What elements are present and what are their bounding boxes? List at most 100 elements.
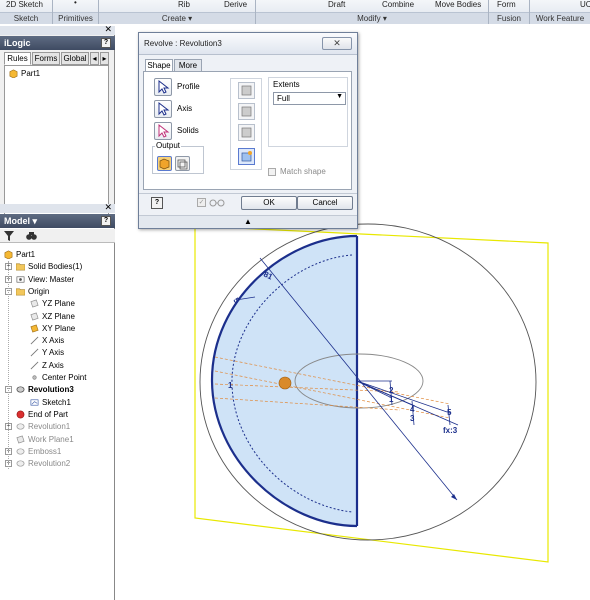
model-title[interactable]: Model ▾ <box>0 214 115 228</box>
glasses-icon <box>209 199 225 207</box>
form-button[interactable]: Form <box>497 0 516 9</box>
tab-scroll-right-icon[interactable]: ▸ <box>100 52 109 65</box>
tree-item-label: Revolution3 <box>28 385 74 395</box>
arrowhead-icon <box>451 494 457 500</box>
axis-icon <box>30 348 39 357</box>
tree-item-label: Solid Bodies(1) <box>28 262 83 272</box>
dimension-text[interactable]: 1 <box>389 395 394 404</box>
help-icon[interactable]: ? <box>101 38 111 48</box>
axis-label: Axis <box>177 104 193 113</box>
tree-item[interactable]: XZ Plane <box>0 311 115 323</box>
extents-group: Extents Full ▼ <box>268 77 348 147</box>
close-icon[interactable]: ✕ <box>104 202 112 213</box>
combine-button[interactable]: Combine <box>382 0 414 9</box>
ribbon-marker: • <box>74 0 77 7</box>
group-primitives: Primitives <box>53 12 98 24</box>
direction-button[interactable] <box>238 148 255 165</box>
revolve-icon <box>16 423 25 430</box>
output-surface-button[interactable] <box>175 156 190 171</box>
arrow-cursor-icon <box>158 79 170 94</box>
tree-item-label: Z Axis <box>42 360 64 370</box>
dimension-text[interactable]: 1 <box>228 381 233 390</box>
center-point-marker[interactable] <box>278 376 292 390</box>
ok-button[interactable]: OK <box>241 196 297 210</box>
cancel-button[interactable]: Cancel <box>297 196 353 210</box>
output-solid-button[interactable] <box>157 156 172 171</box>
tree-item-label: Y Axis <box>42 348 65 358</box>
tree-item[interactable]: − Origin <box>0 286 115 298</box>
revolve-dialog: Revolve : Revolution3 ✕ Shape More Profi… <box>138 32 358 229</box>
tree-item-label: Revolution1 <box>28 422 71 432</box>
tree-item-label: Work Plane1 <box>28 434 74 444</box>
panel-grip: ✕ <box>0 202 115 213</box>
ilogic-title: iLogic <box>0 36 115 50</box>
tree-item[interactable]: Center Point <box>0 372 115 384</box>
match-shape-label: Match shape <box>280 167 326 176</box>
tree-item-label: Emboss1 <box>28 446 62 456</box>
tab-scroll-left-icon[interactable]: ◂ <box>90 52 99 65</box>
rib-button[interactable]: Rib <box>178 0 190 9</box>
tree-item[interactable]: End of Part <box>0 409 115 421</box>
draft-button[interactable]: Draft <box>328 0 345 9</box>
tree-item[interactable]: Work Plane1 <box>0 434 115 446</box>
model-browser: ✕ Model ▾ ? Part1 + Solid Bodies(1) + View: … <box>0 202 115 600</box>
derive-button[interactable]: Derive <box>224 0 247 9</box>
dimension-text[interactable]: 4 <box>410 405 415 414</box>
revolve-icon <box>16 448 25 455</box>
arrow-cursor-icon <box>158 101 170 116</box>
help-icon[interactable]: ? <box>101 216 111 226</box>
tree-item[interactable]: + Solid Bodies(1) <box>0 261 115 273</box>
tree-item-label: XY Plane <box>42 323 76 333</box>
move-bodies-button[interactable]: Move Bodies <box>435 0 481 9</box>
tree-item[interactable]: Y Axis <box>0 347 115 359</box>
end-of-part-icon <box>16 410 25 419</box>
help-icon[interactable]: ? <box>151 197 163 209</box>
tree-item[interactable]: + Emboss1 <box>0 446 115 458</box>
filter-icon[interactable] <box>4 231 14 241</box>
view-icon <box>16 276 25 283</box>
revolve-icon <box>16 460 25 467</box>
dimension-text[interactable]: 3 <box>410 414 415 423</box>
tree-item[interactable]: XY Plane <box>0 323 115 335</box>
direction-button[interactable] <box>238 82 255 99</box>
tree-item[interactable]: YZ Plane <box>0 298 115 310</box>
preview-checkbox[interactable]: ✓ <box>197 198 206 207</box>
tree-item[interactable]: − Revolution3 <box>0 384 115 396</box>
sketch2d-button[interactable]: 2D Sketch <box>6 0 43 9</box>
axis-select-button[interactable] <box>154 100 172 118</box>
tree-item[interactable]: + Revolution2 <box>0 458 115 470</box>
close-icon[interactable]: ✕ <box>104 24 112 35</box>
direction-icon <box>241 106 252 117</box>
dimension-text[interactable]: 5 <box>447 408 452 417</box>
ribbon-divider <box>529 0 530 24</box>
solids-label: Solids <box>177 126 199 135</box>
match-shape-checkbox[interactable] <box>268 168 276 176</box>
tab-forms[interactable]: Forms <box>32 52 60 65</box>
tree-item-label: Origin <box>28 286 50 296</box>
tree-item[interactable]: Z Axis <box>0 360 115 372</box>
expand-dialog-icon[interactable]: ▲ <box>139 215 357 228</box>
dimension-text[interactable]: 2 <box>389 386 394 395</box>
tree-item[interactable]: Sketch1 <box>0 397 115 409</box>
tree-item[interactable]: Part1 <box>0 249 115 261</box>
solids-select-button[interactable] <box>154 122 172 140</box>
extents-dropdown[interactable]: Full ▼ <box>273 92 346 105</box>
direction-button[interactable] <box>238 124 255 141</box>
tab-rules[interactable]: Rules <box>4 52 31 65</box>
tree-item[interactable]: + View: Master <box>0 274 115 286</box>
group-sketch: Sketch <box>0 12 52 24</box>
find-icon[interactable] <box>26 231 37 241</box>
tree-item-label: Sketch1 <box>42 397 71 407</box>
fx-dimension-text[interactable]: fx:3 <box>443 426 458 435</box>
direction-button[interactable] <box>238 103 255 120</box>
ucs-button[interactable]: UC <box>580 0 590 9</box>
group-modify[interactable]: Modify ▾ <box>256 12 488 24</box>
output-label: Output <box>155 141 182 150</box>
tree-item[interactable]: X Axis <box>0 335 115 347</box>
group-create[interactable]: Create ▾ <box>99 12 255 24</box>
tab-global[interactable]: Global <box>61 52 89 65</box>
profile-select-button[interactable] <box>154 78 172 96</box>
close-icon[interactable]: ✕ <box>322 37 352 50</box>
tree-item[interactable]: + Revolution1 <box>0 421 115 433</box>
axis-icon <box>30 361 39 370</box>
